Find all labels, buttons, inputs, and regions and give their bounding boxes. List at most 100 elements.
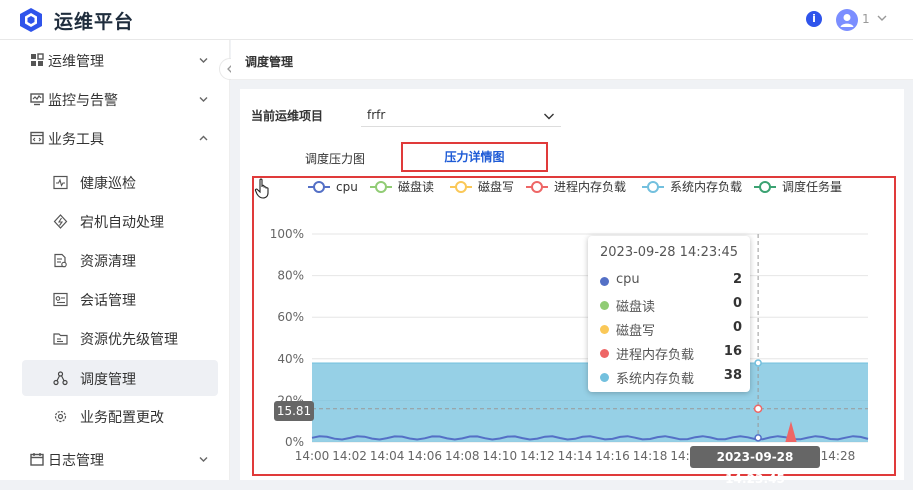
project-select-value: frfr	[367, 108, 386, 122]
app-title: 运维平台	[54, 11, 135, 33]
series-dot	[600, 277, 609, 286]
legend-label: cpu	[336, 180, 358, 194]
series-dot	[600, 349, 609, 358]
chevron-down-icon	[199, 97, 208, 102]
schedule-icon	[53, 371, 68, 386]
legend-marker	[375, 181, 387, 193]
x-tick-label: 14:16	[595, 449, 630, 463]
tab-pressure-detail[interactable]: 压力详情图	[401, 142, 548, 172]
legend-label: 进程内存负载	[554, 179, 626, 194]
tooltip-row: cpu 2	[600, 272, 742, 294]
legend-marker	[313, 181, 325, 193]
breadcrumb-bar: 调度管理	[231, 40, 913, 80]
breadcrumb: 调度管理	[245, 55, 294, 69]
series-dot	[600, 301, 609, 310]
chart-canvas: cpu磁盘读磁盘写进程内存负载系统内存负载调度任务量0%20%40%60%80%…	[270, 179, 869, 463]
top-bar: 运维平台 i 1	[0, 0, 913, 40]
sidebar-item-schedule-mgmt[interactable]: 调度管理	[22, 360, 218, 396]
sidebar-group-label: 日志管理	[48, 453, 104, 469]
sidebar-group-monitor[interactable]: 监控与告警	[0, 80, 230, 118]
x-tick-label: 14:10	[483, 449, 518, 463]
session-icon	[53, 292, 68, 307]
hover-marker-cpu	[754, 434, 762, 442]
tooltip-row: 磁盘读 0	[600, 296, 742, 318]
sidebar-item-downtime-handler[interactable]: 宕机自动处理	[22, 203, 218, 239]
x-tick-label: 14:28	[821, 449, 856, 463]
sidebar-item-label: 资源优先级管理	[80, 332, 178, 348]
tooltip-series-name: 磁盘写	[616, 324, 656, 339]
main-card: 当前运维项目 frfr 调度压力图 压力详情图 cpu 磁盘读 磁盘写 进程内存负载系…	[240, 89, 904, 486]
project-select[interactable]: frfr	[361, 101, 561, 127]
code-icon	[30, 131, 44, 145]
tooltip-series-value: 16	[723, 344, 742, 359]
sidebar-group-ops[interactable]: 运维管理	[0, 41, 230, 79]
x-tick-label: 14:02	[332, 449, 367, 463]
user-name[interactable]: 1	[862, 12, 870, 26]
x-tick-label: 14:00	[295, 449, 330, 463]
legend-marker	[455, 181, 467, 193]
legend-marker	[759, 181, 771, 193]
tooltip-series-name: 进程内存负载	[616, 348, 695, 363]
x-tick-label: 14:04	[370, 449, 405, 463]
legend-label: 系统内存负载	[670, 180, 742, 194]
legend-marker	[647, 181, 659, 193]
calendar-icon	[30, 453, 44, 466]
pressure-detail-chart[interactable]: cpu磁盘读磁盘写进程内存负载系统内存负载调度任务量0%20%40%60%80%…	[252, 176, 896, 486]
sidebar-item-resource-clean[interactable]: 资源清理	[22, 242, 218, 278]
sidebar-group-label: 监控与告警	[48, 93, 118, 109]
sidebar-group-label: 运维管理	[48, 54, 104, 70]
plug-icon	[53, 214, 68, 229]
chevron-down-icon	[199, 58, 208, 63]
x-tick-label: 14:14	[558, 449, 593, 463]
sidebar-item-health-check[interactable]: 健康巡检	[22, 164, 218, 200]
cube-logo-icon	[20, 8, 42, 32]
tooltip-series-value: 38	[723, 368, 742, 383]
tooltip-row: 系统内存负载 38	[600, 368, 742, 390]
sidebar-group-logs[interactable]: 日志管理	[0, 440, 230, 478]
sidebar: 运维管理 监控与告警 业务工具 健康巡检 宕机自动处理 资源清理 会话管理 资源…	[0, 40, 230, 480]
y-tick-label: 40%	[277, 352, 304, 366]
series-dot	[600, 373, 609, 382]
legend-label: 磁盘写	[478, 179, 514, 194]
legend-marker	[531, 181, 543, 193]
legend-label: 磁盘读	[398, 179, 434, 194]
sidebar-item-label: 会话管理	[80, 293, 136, 309]
chart-tooltip: 2023-09-28 14:23:45 cpu 2 磁盘读 0 磁盘写 0 进程…	[588, 236, 750, 392]
folder-priority-icon	[53, 333, 68, 345]
sidebar-item-label: 健康巡检	[80, 176, 136, 192]
tooltip-time: 2023-09-28 14:23:45	[600, 245, 739, 260]
sidebar-item-session-mgmt[interactable]: 会话管理	[22, 281, 218, 317]
tab-schedule-pressure[interactable]: 调度压力图	[280, 144, 390, 174]
x-tick-label: 14:06	[407, 449, 442, 463]
file-clean-icon	[54, 253, 67, 268]
monitor-icon	[30, 93, 44, 106]
x-axis-pointer-label: 2023-09-28 14:23:45	[690, 446, 820, 486]
grid-icon	[31, 53, 44, 66]
chevron-down-icon[interactable]	[876, 12, 888, 24]
tooltip-series-value: 0	[732, 320, 742, 335]
chevron-down-icon	[544, 113, 554, 120]
info-icon[interactable]: i	[806, 11, 822, 27]
tooltip-series-name: 系统内存负载	[616, 372, 695, 387]
hover-marker-process-memory	[753, 404, 763, 413]
chevron-down-icon	[199, 457, 208, 462]
tooltip-row: 磁盘写 0	[600, 320, 742, 342]
x-tick-label: 14:18	[633, 449, 668, 463]
sidebar-item-biz-config[interactable]: 业务配置更改	[22, 398, 218, 434]
sidebar-item-label: 宕机自动处理	[80, 215, 164, 231]
gear-icon	[54, 410, 67, 423]
tooltip-series-value: 0	[732, 296, 742, 311]
pulse-icon	[53, 175, 68, 190]
avatar[interactable]	[836, 9, 858, 31]
project-label: 当前运维项目	[251, 109, 324, 123]
sidebar-group-biz-tools[interactable]: 业务工具	[0, 119, 230, 157]
y-tick-label: 0%	[285, 435, 304, 449]
sidebar-item-resource-priority[interactable]: 资源优先级管理	[22, 320, 218, 356]
x-tick-label: 14:12	[520, 449, 555, 463]
tooltip-series-value: 2	[732, 272, 742, 287]
y-tick-label: 80%	[277, 269, 304, 283]
chevron-up-icon	[199, 135, 208, 141]
y-tick-label: 100%	[270, 227, 304, 241]
hover-marker-system-memory	[754, 359, 762, 367]
tooltip-series-name: cpu	[616, 272, 640, 287]
